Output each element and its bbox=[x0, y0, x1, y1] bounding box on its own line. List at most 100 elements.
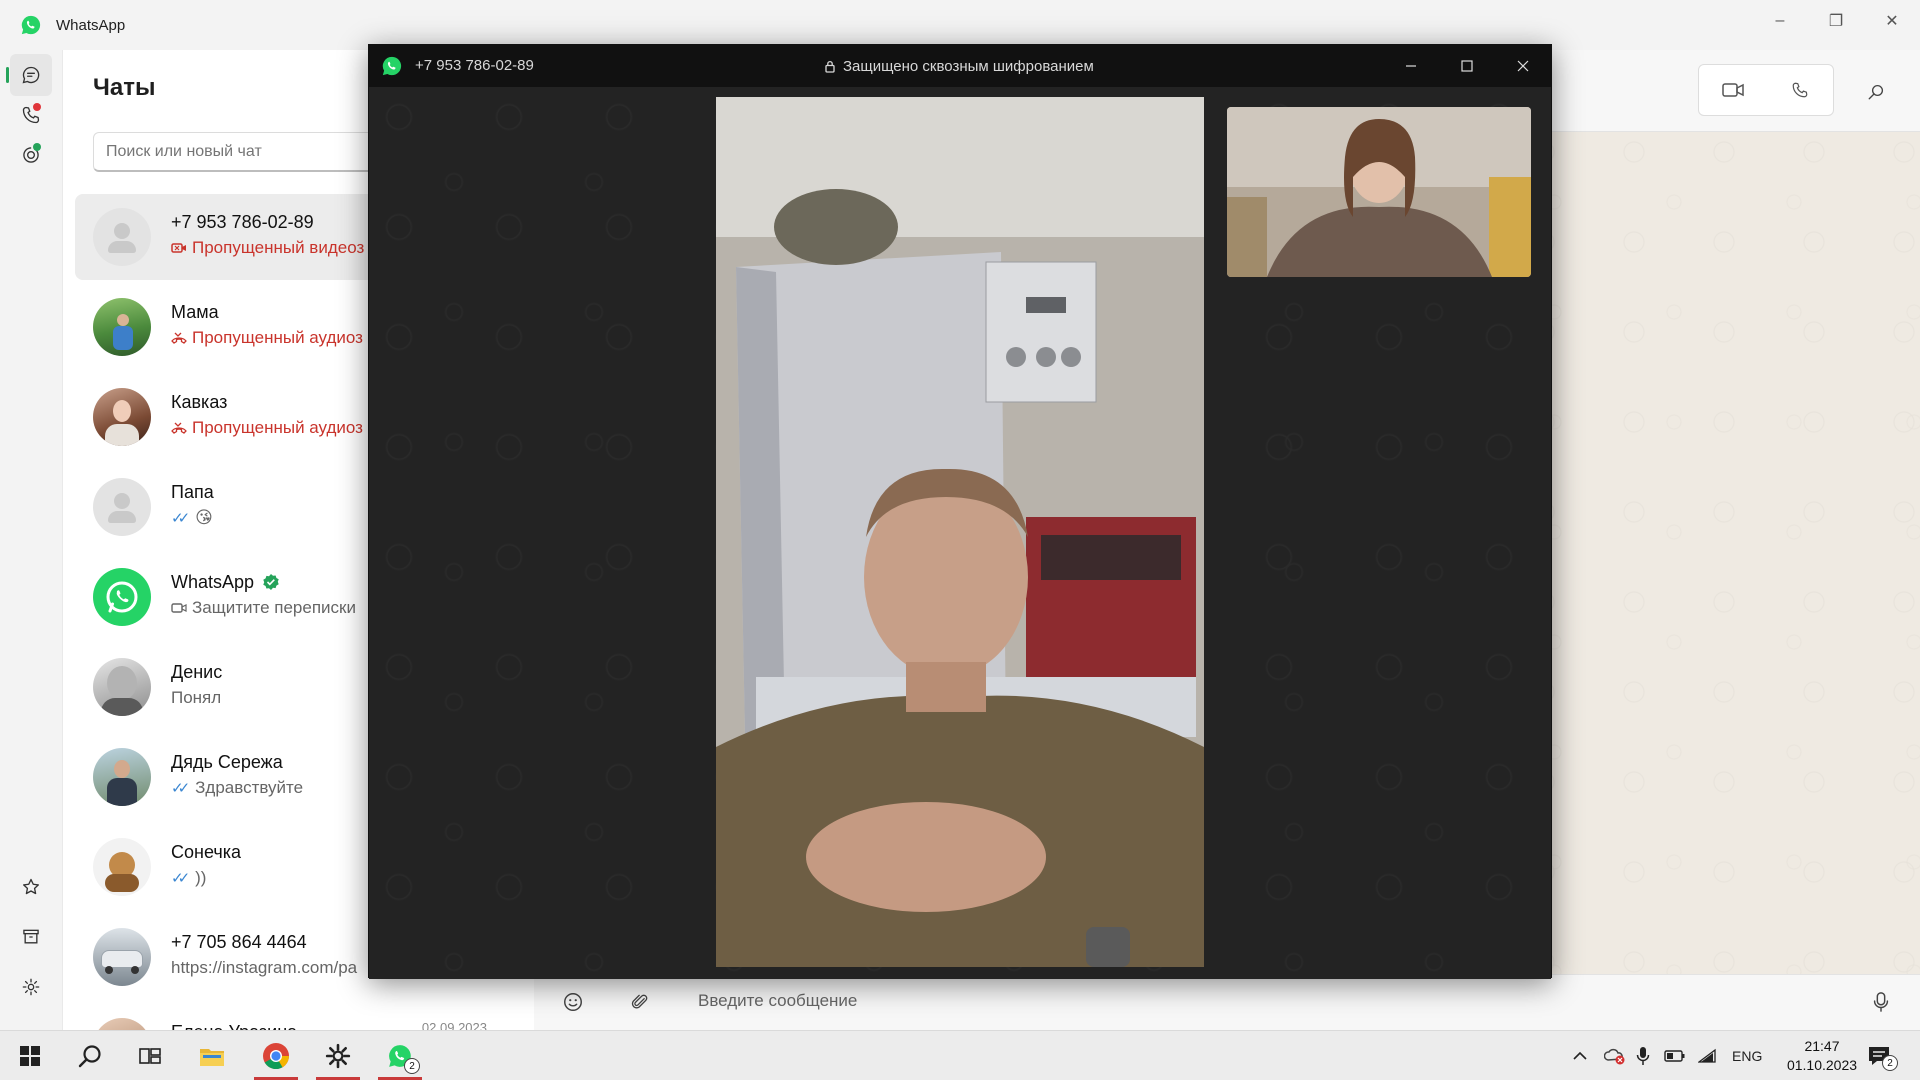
chat-preview: https://instagram.com/pa bbox=[171, 958, 357, 978]
call-buttons bbox=[1698, 64, 1834, 116]
status-nav-button[interactable] bbox=[10, 134, 52, 176]
video-call-button[interactable] bbox=[1699, 65, 1766, 115]
microphone-icon bbox=[1636, 1047, 1650, 1065]
call-titlebar: +7 953 786-02-89 Защищено сквозным шифро… bbox=[369, 45, 1551, 87]
clock-date: 01.10.2023 bbox=[1786, 1057, 1858, 1073]
chat-preview-text: Защитите переписки bbox=[192, 598, 356, 617]
starred-nav-button[interactable] bbox=[10, 866, 52, 908]
restore-button[interactable]: ❐ bbox=[1808, 0, 1864, 42]
whatsapp-taskbar-button[interactable]: 2 bbox=[374, 1036, 426, 1080]
missed-audio-call-icon bbox=[171, 332, 187, 344]
settings-nav-button[interactable] bbox=[10, 966, 52, 1008]
whatsapp-logo-icon bbox=[382, 56, 402, 76]
read-ticks-icon: ✓✓ bbox=[171, 870, 190, 887]
start-button[interactable] bbox=[4, 1036, 56, 1076]
read-ticks-icon: ✓✓ bbox=[171, 780, 190, 797]
taskbar-clock[interactable]: 21:47 01.10.2023 bbox=[1784, 1037, 1860, 1075]
calls-unread-dot bbox=[33, 103, 41, 111]
voice-call-button[interactable] bbox=[1766, 65, 1833, 115]
windows-logo-icon bbox=[20, 1046, 40, 1066]
chat-list-title: Чаты bbox=[93, 74, 156, 101]
self-video-preview bbox=[1227, 107, 1531, 277]
file-explorer-button[interactable] bbox=[186, 1036, 238, 1076]
tray-app-icon[interactable] bbox=[1604, 1031, 1626, 1080]
windows-taskbar: 2 ENG 21:47 01.10.2023 2 bbox=[0, 1030, 1920, 1080]
phone-icon bbox=[1792, 82, 1807, 98]
emoji-button[interactable] bbox=[562, 991, 584, 1018]
video-icon bbox=[171, 603, 187, 613]
microphone-icon bbox=[1873, 992, 1889, 1012]
tray-overflow-button[interactable] bbox=[1572, 1031, 1588, 1080]
task-view-icon bbox=[139, 1048, 161, 1064]
avatar bbox=[93, 388, 151, 446]
close-icon bbox=[1517, 60, 1529, 72]
chat-name: Папа bbox=[171, 482, 214, 502]
whatsapp-logo-icon bbox=[106, 581, 138, 613]
chat-preview-text: )) bbox=[195, 868, 207, 887]
chat-name: +7 705 864 4464 bbox=[171, 932, 307, 952]
chat-row[interactable]: Елена Уразина 02.09.2023 bbox=[75, 1004, 525, 1030]
call-maximize-button[interactable] bbox=[1439, 45, 1495, 87]
battery-icon bbox=[1664, 1050, 1685, 1062]
clock-time: 21:47 bbox=[1804, 1038, 1840, 1054]
task-view-button[interactable] bbox=[124, 1036, 176, 1076]
nav-rail bbox=[0, 50, 62, 1068]
call-window-controls bbox=[1383, 45, 1551, 87]
chat-preview-text: 😘 bbox=[195, 508, 213, 527]
search-icon bbox=[78, 1045, 101, 1068]
chat-preview: Понял bbox=[171, 688, 221, 708]
chat-name-text: WhatsApp bbox=[171, 572, 255, 592]
avatar bbox=[93, 1018, 151, 1030]
settings-taskbar-button[interactable] bbox=[312, 1036, 364, 1080]
lock-icon bbox=[825, 60, 835, 73]
wifi-tray-icon[interactable] bbox=[1698, 1031, 1716, 1080]
call-minimize-button[interactable] bbox=[1383, 45, 1439, 87]
read-ticks-icon: ✓✓ bbox=[171, 510, 190, 527]
chat-name: Сонечка bbox=[171, 842, 242, 862]
chat-preview-text: Пропущенный аудиоз bbox=[192, 418, 363, 437]
call-close-button[interactable] bbox=[1495, 45, 1551, 87]
chat-preview: Пропущенный аудиоз bbox=[171, 418, 363, 438]
wifi-icon bbox=[1698, 1048, 1716, 1063]
taskbar-search-button[interactable] bbox=[64, 1036, 116, 1076]
paperclip-icon bbox=[631, 994, 648, 1009]
chat-name: WhatsApp bbox=[171, 572, 280, 593]
battery-tray-icon[interactable] bbox=[1664, 1031, 1686, 1080]
archive-nav-button[interactable] bbox=[10, 916, 52, 958]
avatar bbox=[93, 928, 151, 986]
video-camera-icon bbox=[1721, 83, 1744, 97]
message-composer: Введите сообщение bbox=[534, 974, 1920, 1030]
verified-badge-icon bbox=[263, 574, 279, 590]
minimize-button[interactable]: – bbox=[1752, 0, 1808, 42]
chevron-up-icon bbox=[1573, 1051, 1587, 1060]
video-call-window: +7 953 786-02-89 Защищено сквозным шифро… bbox=[368, 44, 1552, 979]
chats-nav-button[interactable] bbox=[6, 54, 52, 96]
chat-preview-text: Пропущенный видеоз bbox=[192, 238, 365, 257]
chat-name: Кавказ bbox=[171, 392, 228, 412]
avatar bbox=[93, 208, 151, 266]
search-in-chat-button[interactable] bbox=[1856, 72, 1896, 112]
avatar bbox=[93, 568, 151, 626]
voice-message-button[interactable] bbox=[1872, 991, 1890, 1018]
attach-button[interactable] bbox=[630, 991, 650, 1018]
notifications-button[interactable]: 2 bbox=[1868, 1031, 1898, 1080]
language-indicator[interactable]: ENG bbox=[1732, 1031, 1762, 1080]
gear-icon bbox=[22, 978, 40, 996]
chat-name: Денис bbox=[171, 662, 223, 682]
chat-name: Дядь Сережа bbox=[171, 752, 283, 772]
microphone-tray-icon[interactable] bbox=[1636, 1031, 1650, 1080]
call-contact-number: +7 953 786-02-89 bbox=[415, 57, 534, 74]
archive-icon bbox=[23, 929, 39, 944]
chat-preview: ✓✓ Здравствуйте bbox=[171, 778, 303, 798]
app-titlebar: WhatsApp – ❐ ✕ bbox=[0, 0, 1920, 50]
folder-icon bbox=[200, 1049, 224, 1066]
calls-nav-button[interactable] bbox=[10, 94, 52, 136]
maximize-icon bbox=[1461, 60, 1473, 72]
message-input[interactable]: Введите сообщение bbox=[698, 991, 857, 1011]
remote-video-image bbox=[716, 97, 1204, 967]
close-button[interactable]: ✕ bbox=[1864, 0, 1920, 42]
chat-name: Елена Уразина bbox=[171, 1022, 297, 1030]
chat-name: +7 953 786-02-89 bbox=[171, 212, 314, 232]
chrome-button[interactable] bbox=[250, 1036, 302, 1080]
missed-audio-call-icon bbox=[171, 422, 187, 434]
